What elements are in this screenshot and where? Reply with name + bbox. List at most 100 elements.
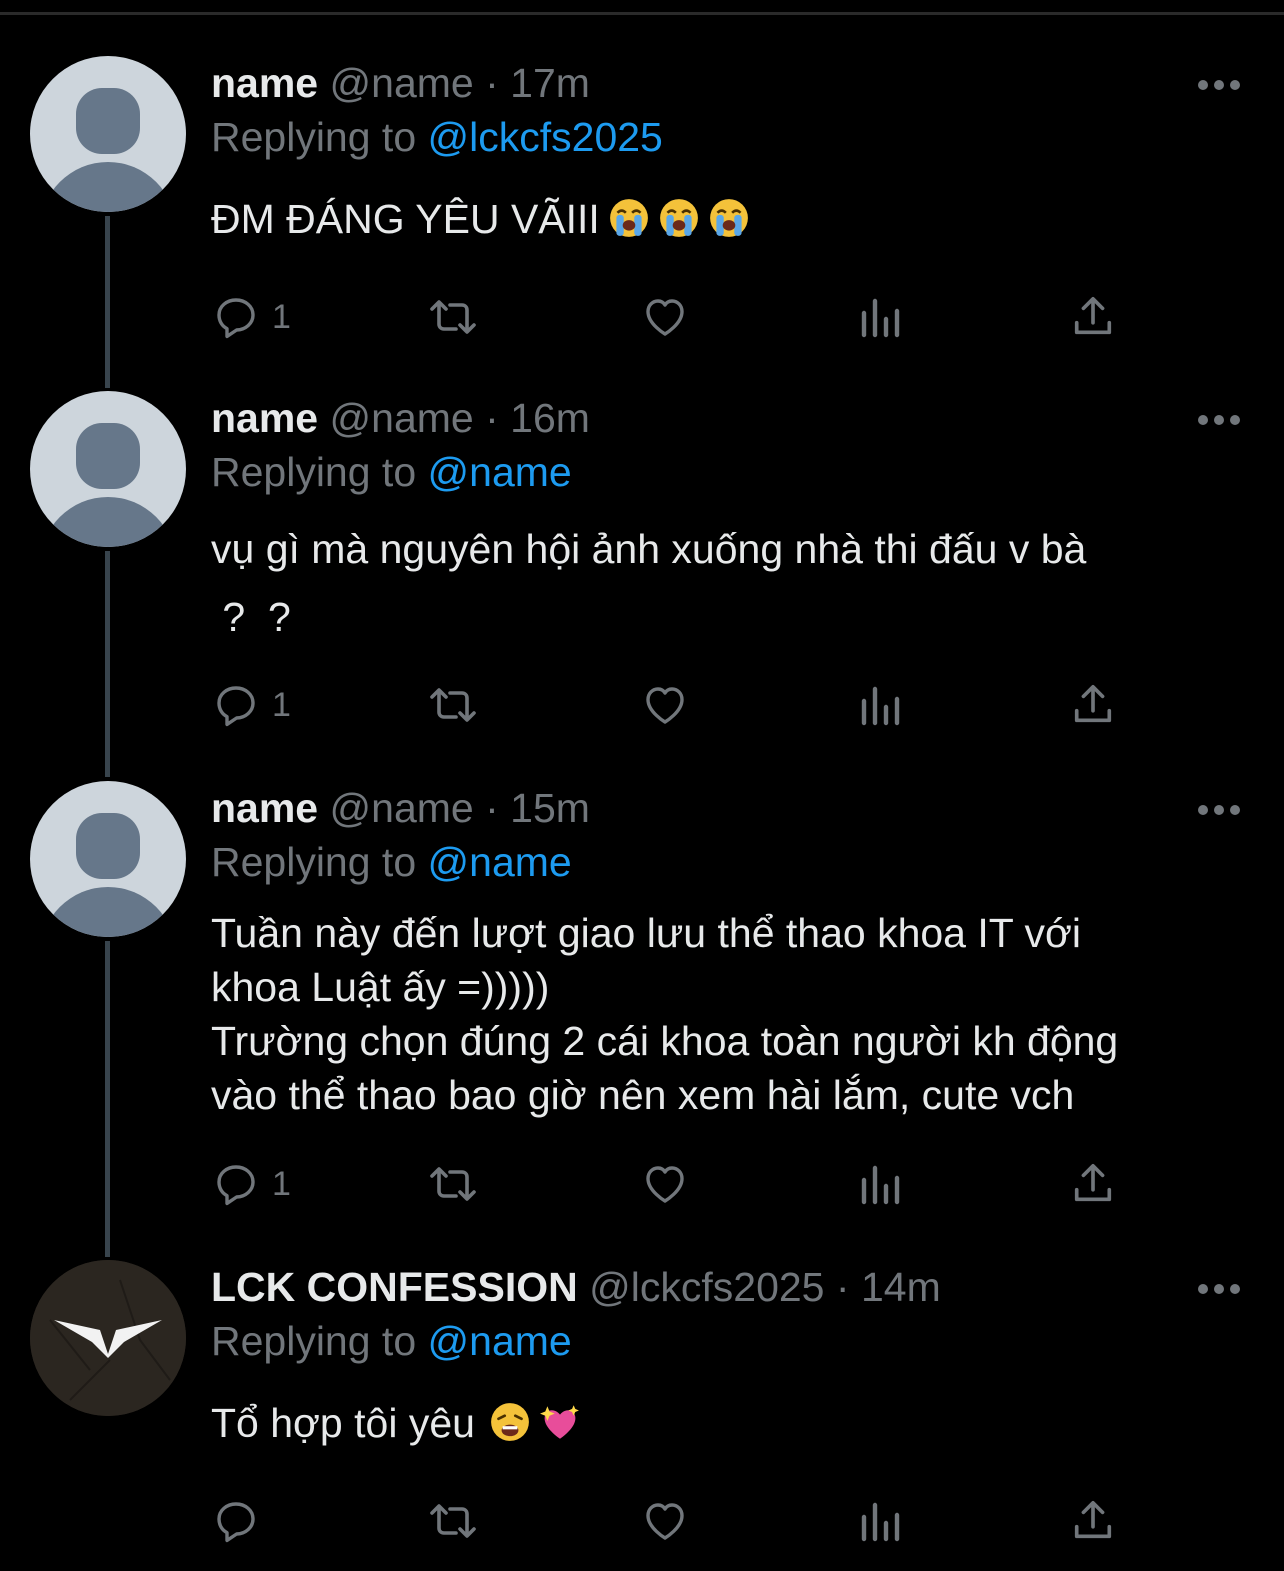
retweet-icon (430, 688, 476, 722)
reply-count: 1 (272, 685, 291, 724)
timestamp[interactable]: 15m (510, 785, 590, 831)
tweet-header: name @name · 15m (211, 783, 590, 833)
display-name[interactable]: name (211, 785, 318, 831)
share-icon (1074, 296, 1112, 335)
views-button[interactable] (858, 1496, 902, 1546)
reply-count: 1 (272, 297, 291, 336)
tweet-header: name @name · 17m (211, 58, 590, 108)
bar-chart-icon (861, 686, 900, 726)
loudly-crying-face-emoji (709, 199, 748, 237)
sparkling-heart-emoji (539, 1405, 579, 1439)
tweet-actions: 1 (0, 680, 1284, 730)
display-name[interactable]: name (211, 395, 318, 441)
avatar[interactable] (30, 56, 186, 212)
share-button[interactable] (1070, 1159, 1116, 1209)
bar-chart-icon (861, 298, 900, 338)
replying-to: Replying to @lckcfs2025 (211, 112, 663, 162)
more-options-icon[interactable] (1198, 1284, 1240, 1296)
retweet-button[interactable] (426, 680, 480, 730)
views-button[interactable] (858, 292, 902, 342)
bar-chart-icon (861, 1165, 900, 1205)
separator-dot: · (835, 1264, 850, 1310)
reply-button[interactable]: 1 (212, 680, 291, 730)
retweet-button[interactable] (426, 1159, 480, 1209)
retweet-button[interactable] (426, 292, 480, 342)
reply-count: 1 (272, 1164, 291, 1203)
loudly-crying-face-emoji (659, 199, 698, 237)
retweet-icon (430, 1167, 476, 1201)
display-name[interactable]: name (211, 60, 318, 106)
reply-icon (217, 686, 255, 727)
tweet-text: vụ gì mà nguyên hội ảnh xuống nhà thi đấ… (211, 526, 1087, 640)
bar-chart-icon (861, 1502, 900, 1542)
views-button[interactable] (858, 680, 902, 730)
share-icon (1074, 1500, 1112, 1539)
reply-button[interactable]: 1 (212, 1159, 291, 1209)
reply-icon (217, 1502, 255, 1543)
retweet-icon (430, 300, 476, 334)
heart-icon (646, 1166, 684, 1203)
loudly-crying-face-emoji (609, 199, 648, 237)
replying-to: Replying to @name (211, 837, 572, 887)
weary-face-emoji (491, 1403, 529, 1441)
display-name[interactable]: LCK CONFESSION (211, 1264, 578, 1310)
more-options-icon[interactable] (1198, 415, 1240, 427)
reply-button[interactable] (212, 1496, 272, 1546)
timestamp[interactable]: 14m (861, 1264, 941, 1310)
heart-icon (646, 687, 684, 724)
replying-to-link[interactable]: @name (428, 449, 572, 495)
tweet-actions: 1 (0, 292, 1284, 342)
user-handle[interactable]: @name (330, 60, 474, 106)
thread-line (105, 941, 110, 1257)
avatar[interactable] (30, 781, 186, 937)
share-button[interactable] (1070, 292, 1116, 342)
replying-label: Replying to (211, 839, 417, 885)
avatar[interactable] (30, 391, 186, 547)
separator-dot: · (485, 60, 499, 106)
user-handle[interactable]: @lckcfs2025 (589, 1264, 824, 1310)
timestamp[interactable]: 16m (510, 395, 590, 441)
like-button[interactable] (640, 1159, 690, 1209)
like-button[interactable] (640, 292, 690, 342)
like-button[interactable] (640, 680, 690, 730)
replying-label: Replying to (211, 1318, 417, 1364)
more-options-icon[interactable] (1198, 805, 1240, 817)
heart-icon (646, 1503, 684, 1540)
share-icon (1074, 1163, 1112, 1202)
replying-to-link[interactable]: @lckcfs2025 (428, 114, 663, 160)
share-button[interactable] (1070, 1496, 1116, 1546)
reply-icon (217, 298, 255, 339)
tweet-body: ĐM ĐÁNG YÊU VÃIII (211, 196, 600, 242)
like-button[interactable] (640, 1496, 690, 1546)
replying-to: Replying to @name (211, 1316, 572, 1366)
thread-line (105, 551, 110, 777)
share-button[interactable] (1070, 680, 1116, 730)
replying-label: Replying to (211, 114, 417, 160)
separator-dot: · (485, 785, 499, 831)
tweet-actions: 1 (0, 1159, 1284, 1209)
share-icon (1074, 684, 1112, 723)
tweet-actions (0, 1496, 1284, 1546)
retweet-icon (430, 1504, 476, 1538)
replying-to-link[interactable]: @name (428, 839, 572, 885)
replying-label: Replying to (211, 449, 417, 495)
user-handle[interactable]: @name (330, 785, 474, 831)
tweet-text: ĐM ĐÁNG YÊU VÃIII (211, 192, 1251, 246)
top-divider (0, 12, 1284, 15)
heart-icon (646, 299, 684, 336)
retweet-button[interactable] (426, 1496, 480, 1546)
lck-logo-icon (30, 1260, 186, 1416)
views-button[interactable] (858, 1159, 902, 1209)
reply-icon (217, 1165, 255, 1206)
tweet-text: Tuần này đến lượt giao lưu thể thao khoa… (211, 910, 1119, 1118)
timestamp[interactable]: 17m (510, 60, 590, 106)
avatar[interactable] (30, 1260, 186, 1416)
reply-button[interactable]: 1 (212, 292, 291, 342)
replying-to-link[interactable]: @name (428, 1318, 572, 1364)
more-options-icon[interactable] (1198, 80, 1240, 92)
user-handle[interactable]: @name (330, 395, 474, 441)
tweet-body: Tổ hợp tôi yêu (211, 1400, 475, 1446)
tweet-header: name @name · 16m (211, 393, 590, 443)
tweet-header: LCK CONFESSION @lckcfs2025 · 14m (211, 1262, 941, 1312)
tweet-text: Tổ hợp tôi yêu (211, 1396, 1251, 1450)
